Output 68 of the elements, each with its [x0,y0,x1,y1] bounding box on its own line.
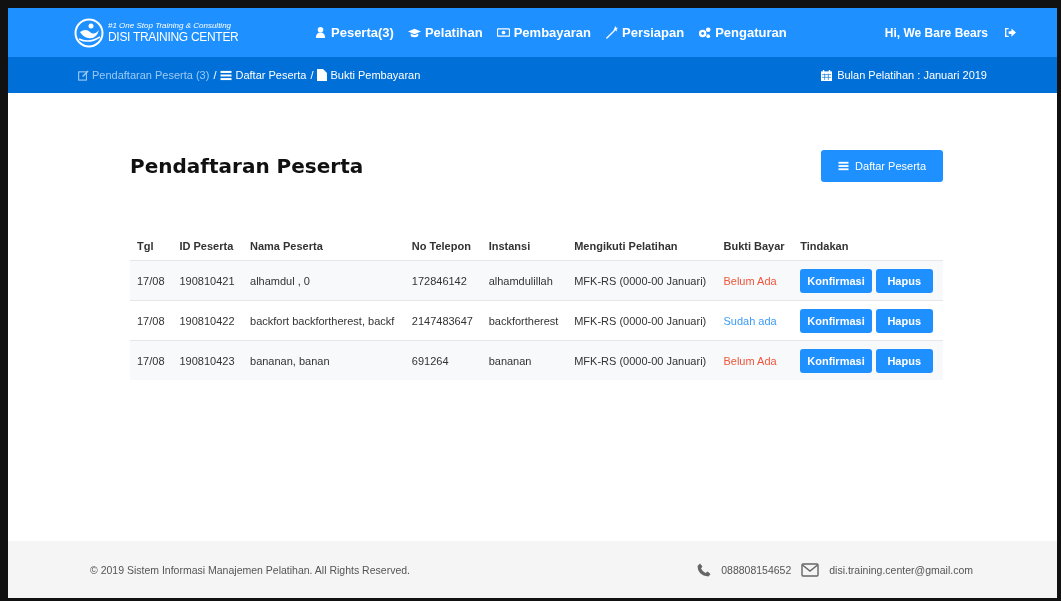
column-header: Bukti Bayar [716,232,794,261]
brand-name: DISI TRAINING CENTER [108,31,239,43]
payment-status: Belum Ada [716,340,794,380]
payment-status: Sudah ada [716,300,794,341]
confirm-button[interactable]: Konfirmasi [800,268,872,293]
user-icon [314,26,327,39]
graduation-cap-icon [407,26,421,39]
email-address: disi.training.center@gmail.com [829,563,973,576]
phone-number: 088808154652 [721,563,792,576]
table-cell: 2147483647 [404,300,482,341]
table-cell: 172846142 [404,260,482,301]
table-cell: 190810423 [172,340,243,380]
delete-button[interactable]: Hapus [875,308,933,333]
delete-button[interactable]: Hapus [875,348,933,373]
nav-link[interactable]: Pengaturan [698,25,787,40]
table-cell: backfort backfortherest, backf [243,300,405,341]
participant-list-button[interactable]: Daftar Peserta [821,150,943,182]
nav-link[interactable]: Pembayaran [496,25,591,40]
magic-wand-icon [605,26,618,39]
mail-icon [801,562,820,577]
payment-status: Belum Ada [716,260,794,301]
nav-link[interactable]: Persiapan [605,25,685,40]
delete-button[interactable]: Hapus [875,268,933,293]
training-period: Bulan Pelatihan : Januari 2019 [837,69,987,81]
list-icon [838,161,850,171]
table-cell: 190810421 [172,260,243,301]
column-header: Tgl [130,232,173,261]
table-cell: 17/08 [130,260,173,301]
nav-link[interactable]: Pelatihan [407,25,483,40]
page-title: Pendaftaran Peserta [130,154,364,178]
nav-link[interactable]: Peserta(3) [314,25,394,40]
calendar-icon [821,69,833,81]
brand-tagline: #1 One Stop Training & Consulting [108,22,233,30]
logo-icon [74,17,104,48]
breadcrumb-separator: / [213,69,217,81]
table-cell: backfortherest [481,300,568,341]
breadcrumb-link[interactable]: Daftar Peserta [220,69,307,81]
column-header: No Telepon [404,232,482,261]
table-cell: MFK-RS (0000-00 Januari) [567,300,717,341]
user-greeting[interactable]: Hi, We Bare Bears [884,25,988,40]
logout-icon[interactable] [1004,27,1017,38]
table-cell: 17/08 [130,300,173,341]
copyright-text: © 2019 Sistem Informasi Manajemen Pelatihan. All Rights Reserved. [90,563,410,576]
confirm-button[interactable]: Konfirmasi [800,348,872,373]
document-icon [317,69,328,81]
table-cell: 17/08 [130,340,173,380]
edit-icon [78,69,89,81]
table-cell: alhamdulillah [481,260,568,301]
gears-icon [698,26,712,39]
column-header: Instansi [481,232,568,261]
confirm-button[interactable]: Konfirmasi [800,308,872,333]
phone-icon [697,562,712,577]
banknote-icon [496,26,510,39]
table-cell: bananan, banan [243,340,405,380]
table-cell: 190810422 [172,300,243,341]
column-header: ID Peserta [172,232,243,261]
table-cell: MFK-RS (0000-00 Januari) [567,260,717,301]
column-header: Nama Peserta [243,232,405,261]
list-icon [220,69,233,81]
breadcrumb-separator: / [310,69,314,81]
column-header: Mengikuti Pelatihan [567,232,717,261]
column-header: Tindakan [793,232,943,261]
table-cell: bananan [481,340,568,380]
table-cell: 691264 [404,340,482,380]
breadcrumb-link[interactable]: Pendaftaran Peserta (3) [78,69,210,81]
table-cell: MFK-RS (0000-00 Januari) [567,340,717,380]
table-cell: alhamdul , 0 [243,260,405,301]
breadcrumb-link[interactable]: Bukti Pembayaran [317,69,421,81]
